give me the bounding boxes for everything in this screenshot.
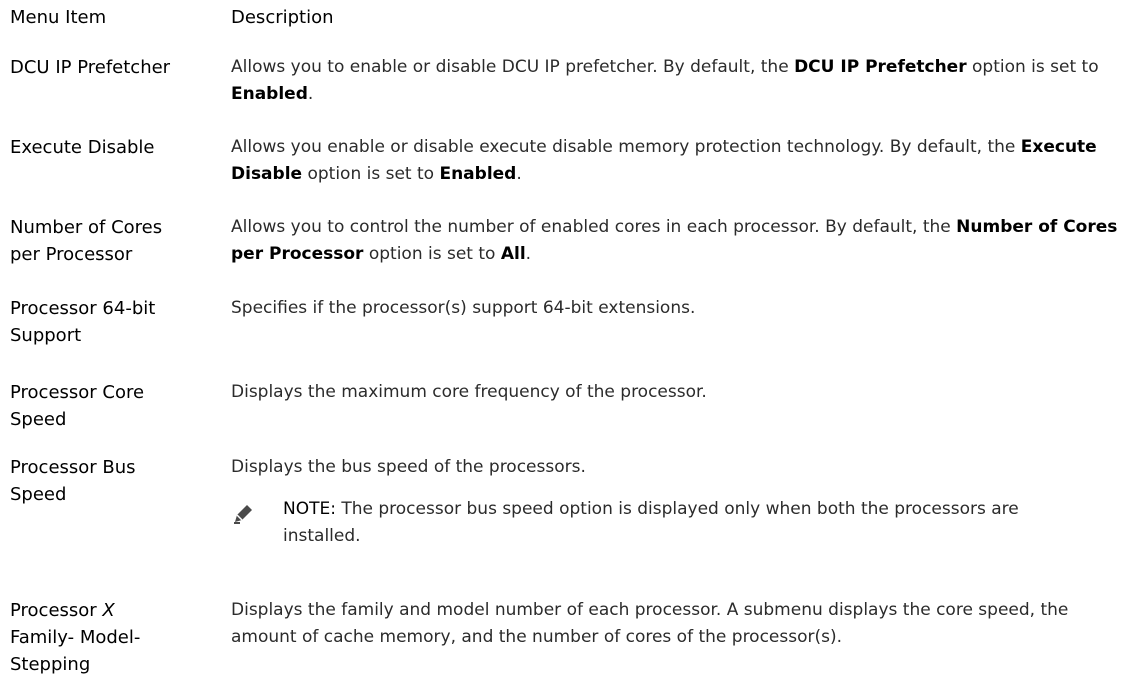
menu-item-name: Processor Bus Speed <box>10 457 136 505</box>
menu-item-description: Displays the maximum core frequency of t… <box>231 382 707 402</box>
menu-item-description: Displays the bus speed of the processors… <box>231 457 586 477</box>
header-menu-item: Menu Item <box>10 7 107 28</box>
menu-item-name: Number of Cores per Processor <box>10 217 163 265</box>
menu-item-description: Allows you enable or disable execute dis… <box>231 137 1097 184</box>
note-text: NOTE: The processor bus speed option is … <box>283 499 1019 546</box>
pencil-note-icon <box>231 502 255 526</box>
menu-item-name: Processor X Family- Model- Stepping <box>10 600 141 675</box>
menu-item-description: Specifies if the processor(s) support 64… <box>231 298 696 318</box>
menu-item-name: Processor 64-bit Support <box>10 298 156 346</box>
menu-item-description: Allows you to control the number of enab… <box>231 217 1118 264</box>
header-description: Description <box>231 7 334 28</box>
menu-item-description: Displays the family and model number of … <box>231 600 1069 647</box>
menu-item-name: DCU IP Prefetcher <box>10 57 171 78</box>
menu-item-description: Allows you to enable or disable DCU IP p… <box>231 57 1099 104</box>
menu-item-name: Execute Disable <box>10 137 155 158</box>
menu-item-name: Processor Core Speed <box>10 382 145 430</box>
